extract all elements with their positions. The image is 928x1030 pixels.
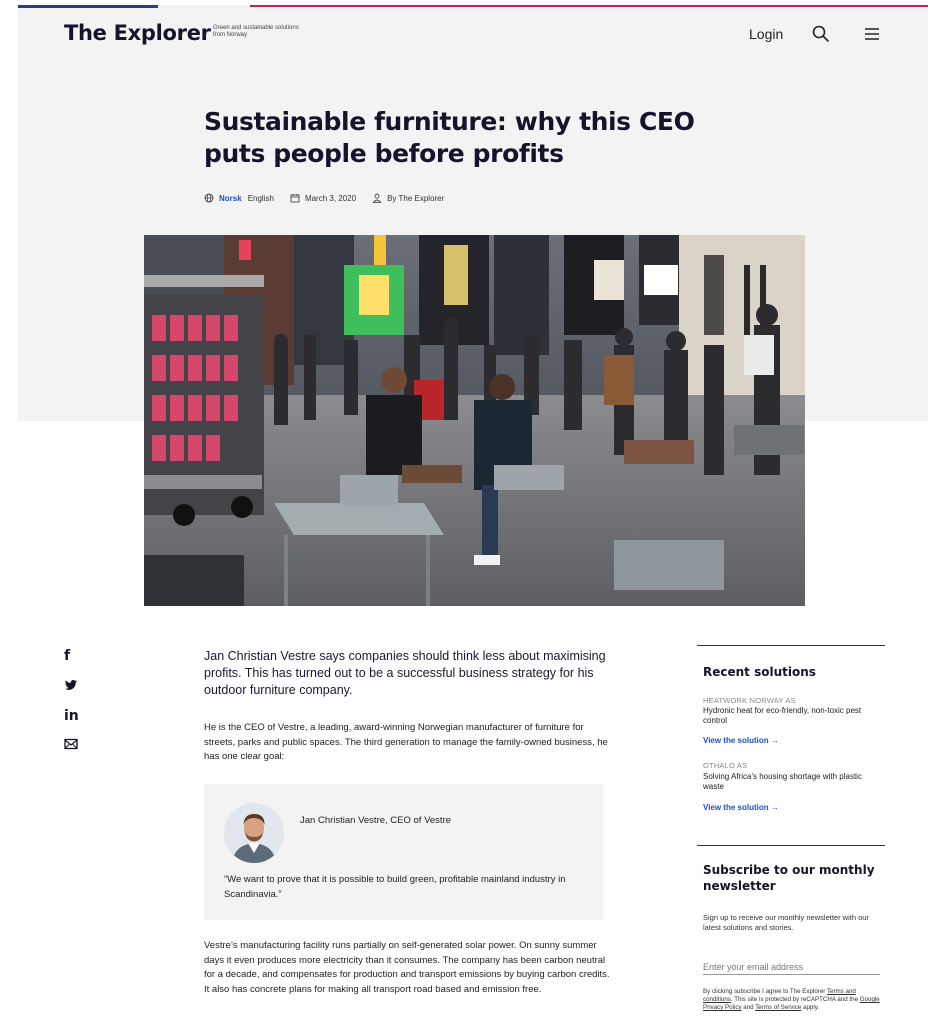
article-date: March 3, 2020 <box>304 193 357 203</box>
user-icon <box>372 193 382 203</box>
login-link[interactable]: Login <box>749 26 783 42</box>
newsletter-heading: Subscribe to our monthly newsletter <box>703 863 875 893</box>
language-norsk-link[interactable]: Norsk <box>219 194 242 203</box>
quote-author: Jan Christian Vestre, CEO of Vestre <box>300 815 452 826</box>
quote-block: Jan Christian Vestre, CEO of Vestre “We … <box>204 784 603 920</box>
terms-of-service-link[interactable]: Terms of Service <box>755 1004 801 1011</box>
linkedin-share-link[interactable]: in <box>64 708 84 738</box>
newsletter-legal-text: By clicking subscribe I agree to The Exp… <box>703 988 883 1012</box>
hero-photo <box>144 235 805 606</box>
legal-text: apply. <box>803 1004 820 1011</box>
search-button[interactable] <box>810 23 832 45</box>
view-solution-link[interactable]: View the solution → <box>703 736 779 745</box>
newsletter-description: Sign up to receive our monthly newslette… <box>703 913 869 932</box>
facebook-share-link[interactable]: f <box>64 648 84 678</box>
solution-company: HEATWORK NORWAY AS <box>703 696 796 705</box>
language-english-link[interactable]: English <box>248 194 274 203</box>
brand-tagline: Green and sustainable solutions from Nor… <box>213 25 299 38</box>
article-paragraph: He is the CEO of Vestre, a leading, awar… <box>204 722 608 762</box>
article-meta: Norsk English March 3, 2020 By The Explo… <box>204 191 444 205</box>
article-paragraph: Vestre’s manufacturing facility runs par… <box>204 940 610 995</box>
legal-text: and <box>743 1004 754 1011</box>
solution-title[interactable]: Solving Africa's housing shortage with p… <box>703 772 881 792</box>
page: The Explorer Green and sustainable solut… <box>18 5 928 1030</box>
top-accent-red <box>250 5 928 7</box>
legal-text: . This site is protected by reCAPTCHA an… <box>730 996 859 1003</box>
mail-icon <box>64 738 78 750</box>
quote-text: “We want to prove that it is possible to… <box>224 874 566 900</box>
twitter-share-link[interactable] <box>64 678 84 708</box>
article-lead: Jan Christian Vestre says companies shou… <box>204 649 606 697</box>
solution-title[interactable]: Hydronic heat for eco-friendly, non-toxi… <box>703 706 881 726</box>
sidebar-divider <box>697 645 885 646</box>
top-accent-blue <box>18 5 158 8</box>
search-icon <box>812 25 829 42</box>
menu-button[interactable] <box>861 23 883 45</box>
hero-photo-illustration <box>144 235 805 606</box>
social-share-bar: f in <box>64 648 84 768</box>
newsletter-email-input[interactable] <box>703 959 880 975</box>
calendar-icon <box>290 194 300 203</box>
legal-text: By clicking subscribe I agree to The Exp… <box>703 988 826 995</box>
solution-company: OTHALO AS <box>703 761 748 770</box>
view-solution-link[interactable]: View the solution → <box>703 803 779 812</box>
recent-solutions-heading: Recent solutions <box>703 665 816 679</box>
globe-icon <box>204 193 214 203</box>
article-title: Sustainable furniture: why this CEO puts… <box>204 107 695 168</box>
twitter-icon <box>65 680 77 690</box>
email-share-link[interactable] <box>64 738 84 768</box>
person-portrait-illustration <box>224 803 284 863</box>
article-author: By The Explorer <box>387 193 445 203</box>
brand-logo[interactable]: The Explorer <box>64 21 211 45</box>
sidebar-divider <box>697 845 885 846</box>
hamburger-menu-icon <box>865 28 879 40</box>
quote-avatar <box>224 803 284 863</box>
